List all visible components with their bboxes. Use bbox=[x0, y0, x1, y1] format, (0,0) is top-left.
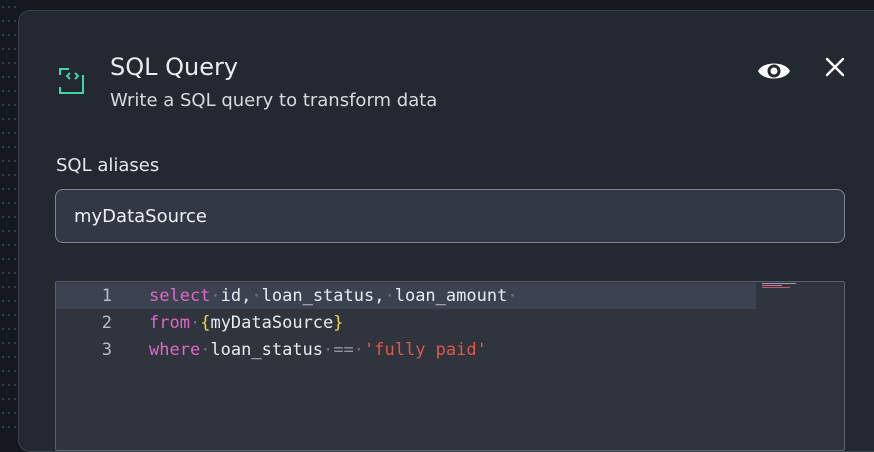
close-icon bbox=[825, 57, 845, 77]
background-dot-grid bbox=[0, 0, 18, 434]
line-number: 2 bbox=[101, 313, 112, 333]
code-text: where·loan_status·==·'fully paid' bbox=[149, 340, 487, 360]
code-line-1[interactable]: 1 select·id,·loan_status,·loan_amount· bbox=[56, 283, 756, 309]
preview-button[interactable] bbox=[756, 55, 792, 87]
sql-aliases-label: SQL aliases bbox=[56, 155, 160, 176]
code-line-3[interactable]: 3 where·loan_status·==·'fully paid' bbox=[56, 337, 756, 363]
close-button[interactable] bbox=[819, 51, 851, 83]
line-number: 1 bbox=[101, 286, 112, 306]
eye-icon bbox=[758, 63, 790, 79]
sql-code-editor[interactable]: 1 select·id,·loan_status,·loan_amount· 2… bbox=[55, 281, 845, 451]
sql-query-dialog: SQL Query Write a SQL query to transform… bbox=[18, 10, 874, 452]
editor-minimap[interactable] bbox=[762, 282, 802, 288]
code-bracket-icon bbox=[59, 68, 84, 94]
sql-alias-input[interactable] bbox=[55, 189, 845, 243]
code-text: from·{myDataSource} bbox=[149, 313, 344, 333]
line-number: 3 bbox=[101, 340, 112, 360]
code-text: select·id,·loan_status,·loan_amount· bbox=[149, 286, 518, 306]
code-line-2[interactable]: 2 from·{myDataSource} bbox=[56, 310, 756, 336]
dialog-subtitle: Write a SQL query to transform data bbox=[110, 90, 438, 111]
dialog-title: SQL Query bbox=[110, 53, 239, 81]
